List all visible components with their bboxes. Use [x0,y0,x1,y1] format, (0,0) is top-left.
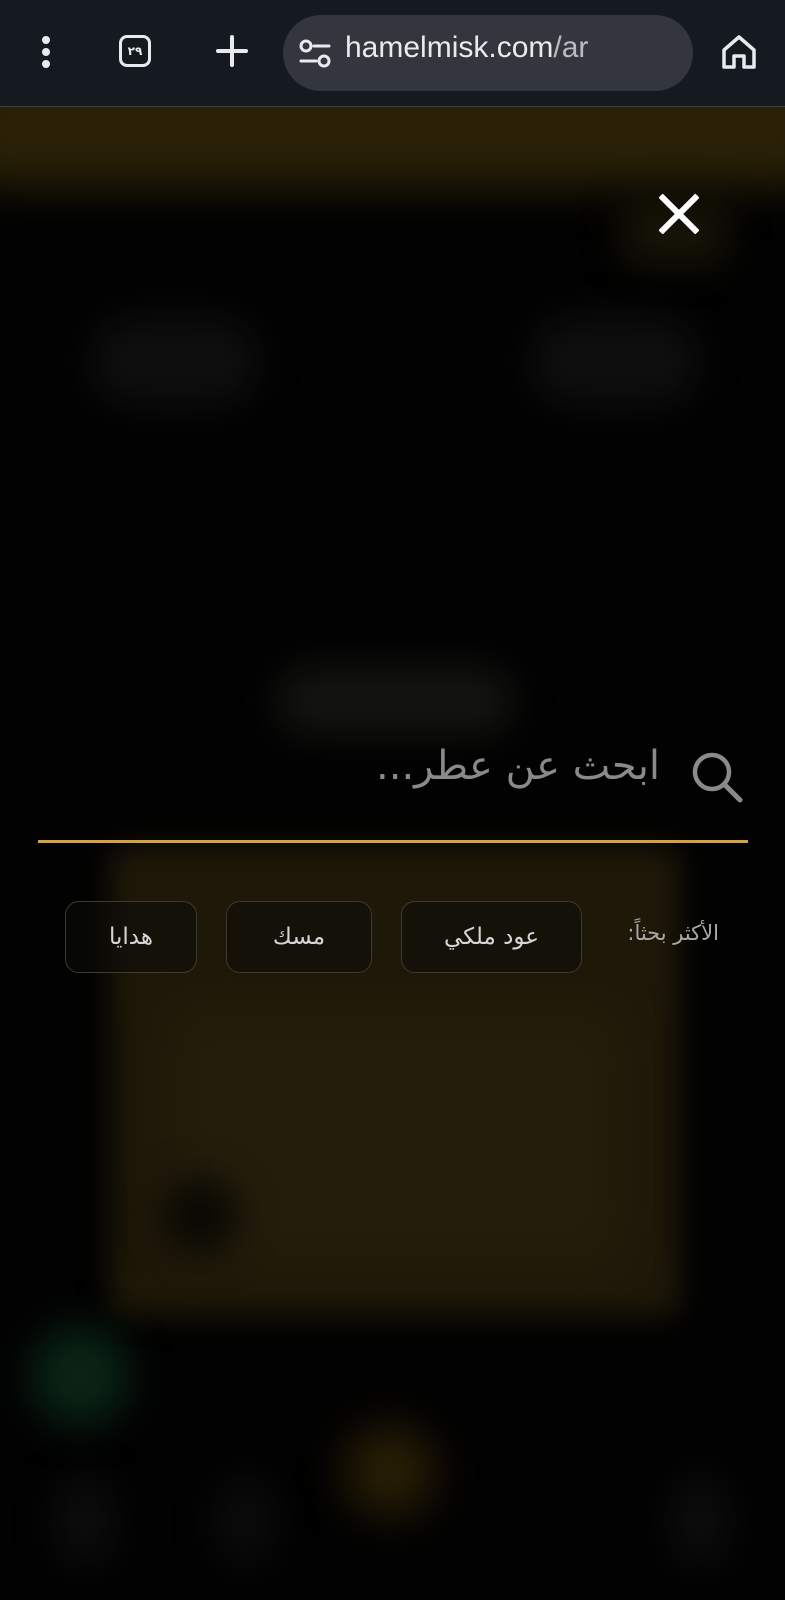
tab-count: ٢٩ [127,44,143,58]
browser-toolbar: ٢٩ hamelmisk.com/ar [0,0,785,107]
url-text[interactable]: hamelmisk.com/ar [345,31,588,65]
browser-menu-icon[interactable] [34,30,58,74]
popular-chip-gifts[interactable]: هدايا [65,901,197,973]
page: ٢٩ hamelmisk.com/ar ابحث عن عطر... الأكث… [0,0,785,1600]
site-settings-icon[interactable] [299,39,331,69]
popular-chip-musk[interactable]: مسك [226,901,372,973]
close-icon[interactable] [652,186,708,242]
url-domain: hamelmisk.com [345,31,554,64]
tab-switcher-button[interactable]: ٢٩ [119,35,151,67]
new-tab-icon[interactable] [214,33,250,69]
search-overlay: الأكثر بحثاً: عود ملكي مسك هدايا [0,106,785,1600]
chip-label: هدايا [109,924,154,950]
search-input[interactable] [40,716,660,816]
home-icon[interactable] [720,33,758,71]
search-underline [38,840,748,843]
search-icon[interactable] [690,750,744,804]
popular-chip-royal-oud[interactable]: عود ملكي [401,901,582,973]
address-bar[interactable]: hamelmisk.com/ar [283,15,693,91]
chip-label: عود ملكي [444,924,539,950]
chip-label: مسك [272,924,326,950]
url-path: /ar [553,31,589,64]
popular-searches-label: الأكثر بحثاً: [627,921,719,945]
